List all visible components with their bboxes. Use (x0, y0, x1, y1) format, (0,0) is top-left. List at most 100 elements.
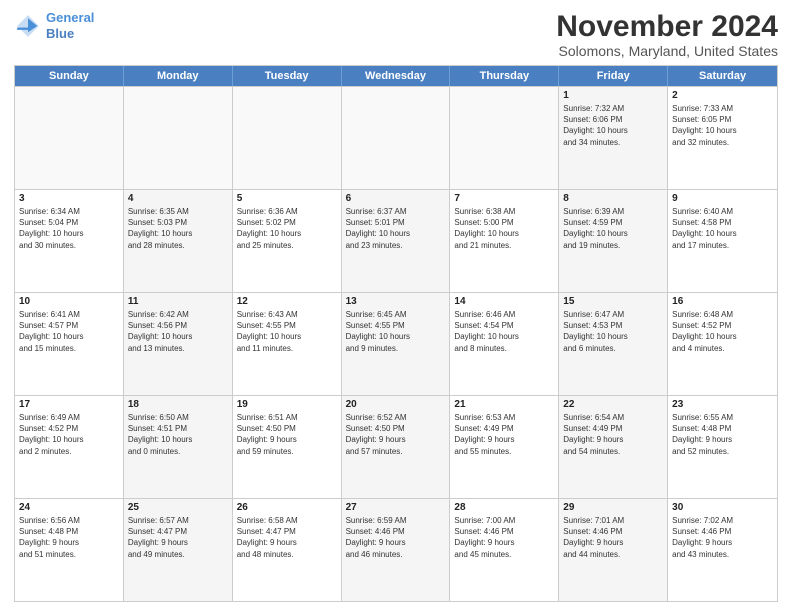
day-info-1: Sunrise: 7:32 AM Sunset: 6:06 PM Dayligh… (563, 103, 663, 148)
day-number-12: 12 (237, 296, 337, 307)
day-number-26: 26 (237, 502, 337, 513)
day-number-6: 6 (346, 193, 446, 204)
day-number-1: 1 (563, 90, 663, 101)
day-number-14: 14 (454, 296, 554, 307)
weekday-header-saturday: Saturday (668, 66, 777, 86)
day-info-12: Sunrise: 6:43 AM Sunset: 4:55 PM Dayligh… (237, 309, 337, 354)
calendar-row-2: 10 Sunrise: 6:41 AM Sunset: 4:57 PM Dayli… (15, 292, 777, 395)
day-number-4: 4 (128, 193, 228, 204)
day-number-28: 28 (454, 502, 554, 513)
day-number-13: 13 (346, 296, 446, 307)
calendar-header: SundayMondayTuesdayWednesdayThursdayFrid… (15, 66, 777, 86)
day-info-26: Sunrise: 6:58 AM Sunset: 4:47 PM Dayligh… (237, 515, 337, 560)
day-info-9: Sunrise: 6:40 AM Sunset: 4:58 PM Dayligh… (672, 206, 773, 251)
cal-cell-20: 20 Sunrise: 6:52 AM Sunset: 4:50 PM Dayli… (342, 396, 451, 498)
logo-icon (14, 12, 42, 40)
cal-cell-7: 7 Sunrise: 6:38 AM Sunset: 5:00 PM Daylig… (450, 190, 559, 292)
logo-general: General (46, 10, 94, 25)
weekday-header-sunday: Sunday (15, 66, 124, 86)
logo-text: General Blue (46, 10, 94, 41)
calendar-row-1: 3 Sunrise: 6:34 AM Sunset: 5:04 PM Daylig… (15, 189, 777, 292)
day-number-3: 3 (19, 193, 119, 204)
day-info-30: Sunrise: 7:02 AM Sunset: 4:46 PM Dayligh… (672, 515, 773, 560)
day-info-3: Sunrise: 6:34 AM Sunset: 5:04 PM Dayligh… (19, 206, 119, 251)
day-info-23: Sunrise: 6:55 AM Sunset: 4:48 PM Dayligh… (672, 412, 773, 457)
day-info-2: Sunrise: 7:33 AM Sunset: 6:05 PM Dayligh… (672, 103, 773, 148)
cal-cell-1: 1 Sunrise: 7:32 AM Sunset: 6:06 PM Daylig… (559, 87, 668, 189)
day-number-2: 2 (672, 90, 773, 101)
cal-cell-23: 23 Sunrise: 6:55 AM Sunset: 4:48 PM Dayli… (668, 396, 777, 498)
day-number-15: 15 (563, 296, 663, 307)
calendar-row-3: 17Sunrise: 6:49 AM Sunset: 4:52 PM Dayli… (15, 395, 777, 498)
cal-cell-2: 2 Sunrise: 7:33 AM Sunset: 6:05 PM Daylig… (668, 87, 777, 189)
cal-cell-22: 22 Sunrise: 6:54 AM Sunset: 4:49 PM Dayli… (559, 396, 668, 498)
month-title: November 2024 (556, 10, 778, 43)
day-number-9: 9 (672, 193, 773, 204)
calendar: SundayMondayTuesdayWednesdayThursdayFrid… (14, 65, 778, 602)
cal-cell-19: 19Sunrise: 6:51 AM Sunset: 4:50 PM Dayli… (233, 396, 342, 498)
cal-cell-28: 28 Sunrise: 7:00 AM Sunset: 4:46 PM Dayli… (450, 499, 559, 601)
logo-blue: Blue (46, 26, 74, 41)
cal-cell-empty-1 (124, 87, 233, 189)
cal-cell-30: 30 Sunrise: 7:02 AM Sunset: 4:46 PM Dayli… (668, 499, 777, 601)
cal-cell-27: 27 Sunrise: 6:59 AM Sunset: 4:46 PM Dayli… (342, 499, 451, 601)
day-info-10: Sunrise: 6:41 AM Sunset: 4:57 PM Dayligh… (19, 309, 119, 354)
day-info-24: Sunrise: 6:56 AM Sunset: 4:48 PM Dayligh… (19, 515, 119, 560)
cal-cell-29: 29 Sunrise: 7:01 AM Sunset: 4:46 PM Dayli… (559, 499, 668, 601)
weekday-header-tuesday: Tuesday (233, 66, 342, 86)
cal-cell-24: 24 Sunrise: 6:56 AM Sunset: 4:48 PM Dayli… (15, 499, 124, 601)
header: General Blue November 2024 Solomons, Mar… (14, 10, 778, 59)
logo: General Blue (14, 10, 94, 41)
day-info-27: Sunrise: 6:59 AM Sunset: 4:46 PM Dayligh… (346, 515, 446, 560)
day-info-28: Sunrise: 7:00 AM Sunset: 4:46 PM Dayligh… (454, 515, 554, 560)
day-info-25: Sunrise: 6:57 AM Sunset: 4:47 PM Dayligh… (128, 515, 228, 560)
day-info-22: Sunrise: 6:54 AM Sunset: 4:49 PM Dayligh… (563, 412, 663, 457)
day-number-23: 23 (672, 399, 773, 410)
day-number-8: 8 (563, 193, 663, 204)
weekday-header-thursday: Thursday (450, 66, 559, 86)
day-number-7: 7 (454, 193, 554, 204)
day-number-25: 25 (128, 502, 228, 513)
day-number-30: 30 (672, 502, 773, 513)
day-info-16: Sunrise: 6:48 AM Sunset: 4:52 PM Dayligh… (672, 309, 773, 354)
weekday-header-wednesday: Wednesday (342, 66, 451, 86)
cal-cell-9: 9 Sunrise: 6:40 AM Sunset: 4:58 PM Daylig… (668, 190, 777, 292)
cal-cell-11: 11Sunrise: 6:42 AM Sunset: 4:56 PM Dayli… (124, 293, 233, 395)
cal-cell-13: 13 Sunrise: 6:45 AM Sunset: 4:55 PM Dayli… (342, 293, 451, 395)
day-info-21: Sunrise: 6:53 AM Sunset: 4:49 PM Dayligh… (454, 412, 554, 457)
day-number-17: 17 (19, 399, 119, 410)
day-info-15: Sunrise: 6:47 AM Sunset: 4:53 PM Dayligh… (563, 309, 663, 354)
cal-cell-14: 14 Sunrise: 6:46 AM Sunset: 4:54 PM Dayli… (450, 293, 559, 395)
day-info-14: Sunrise: 6:46 AM Sunset: 4:54 PM Dayligh… (454, 309, 554, 354)
weekday-header-friday: Friday (559, 66, 668, 86)
day-info-6: Sunrise: 6:37 AM Sunset: 5:01 PM Dayligh… (346, 206, 446, 251)
day-number-24: 24 (19, 502, 119, 513)
calendar-row-4: 24 Sunrise: 6:56 AM Sunset: 4:48 PM Dayli… (15, 498, 777, 601)
day-number-21: 21 (454, 399, 554, 410)
day-number-22: 22 (563, 399, 663, 410)
cal-cell-16: 16 Sunrise: 6:48 AM Sunset: 4:52 PM Dayli… (668, 293, 777, 395)
cal-cell-empty-4 (450, 87, 559, 189)
cal-cell-12: 12 Sunrise: 6:43 AM Sunset: 4:55 PM Dayli… (233, 293, 342, 395)
day-info-8: Sunrise: 6:39 AM Sunset: 4:59 PM Dayligh… (563, 206, 663, 251)
cal-cell-4: 4Sunrise: 6:35 AM Sunset: 5:03 PM Daylig… (124, 190, 233, 292)
day-info-19: Sunrise: 6:51 AM Sunset: 4:50 PM Dayligh… (237, 412, 337, 457)
day-number-27: 27 (346, 502, 446, 513)
day-info-5: Sunrise: 6:36 AM Sunset: 5:02 PM Dayligh… (237, 206, 337, 251)
day-number-16: 16 (672, 296, 773, 307)
weekday-header-monday: Monday (124, 66, 233, 86)
day-number-20: 20 (346, 399, 446, 410)
cal-cell-25: 25 Sunrise: 6:57 AM Sunset: 4:47 PM Dayli… (124, 499, 233, 601)
location-title: Solomons, Maryland, United States (556, 43, 778, 59)
day-number-29: 29 (563, 502, 663, 513)
day-info-7: Sunrise: 6:38 AM Sunset: 5:00 PM Dayligh… (454, 206, 554, 251)
day-info-29: Sunrise: 7:01 AM Sunset: 4:46 PM Dayligh… (563, 515, 663, 560)
day-info-11: Sunrise: 6:42 AM Sunset: 4:56 PM Dayligh… (128, 309, 228, 354)
day-number-18: 18 (128, 399, 228, 410)
day-info-13: Sunrise: 6:45 AM Sunset: 4:55 PM Dayligh… (346, 309, 446, 354)
cal-cell-18: 18Sunrise: 6:50 AM Sunset: 4:51 PM Dayli… (124, 396, 233, 498)
title-block: November 2024 Solomons, Maryland, United… (556, 10, 778, 59)
day-info-20: Sunrise: 6:52 AM Sunset: 4:50 PM Dayligh… (346, 412, 446, 457)
day-number-10: 10 (19, 296, 119, 307)
cal-cell-21: 21 Sunrise: 6:53 AM Sunset: 4:49 PM Dayli… (450, 396, 559, 498)
